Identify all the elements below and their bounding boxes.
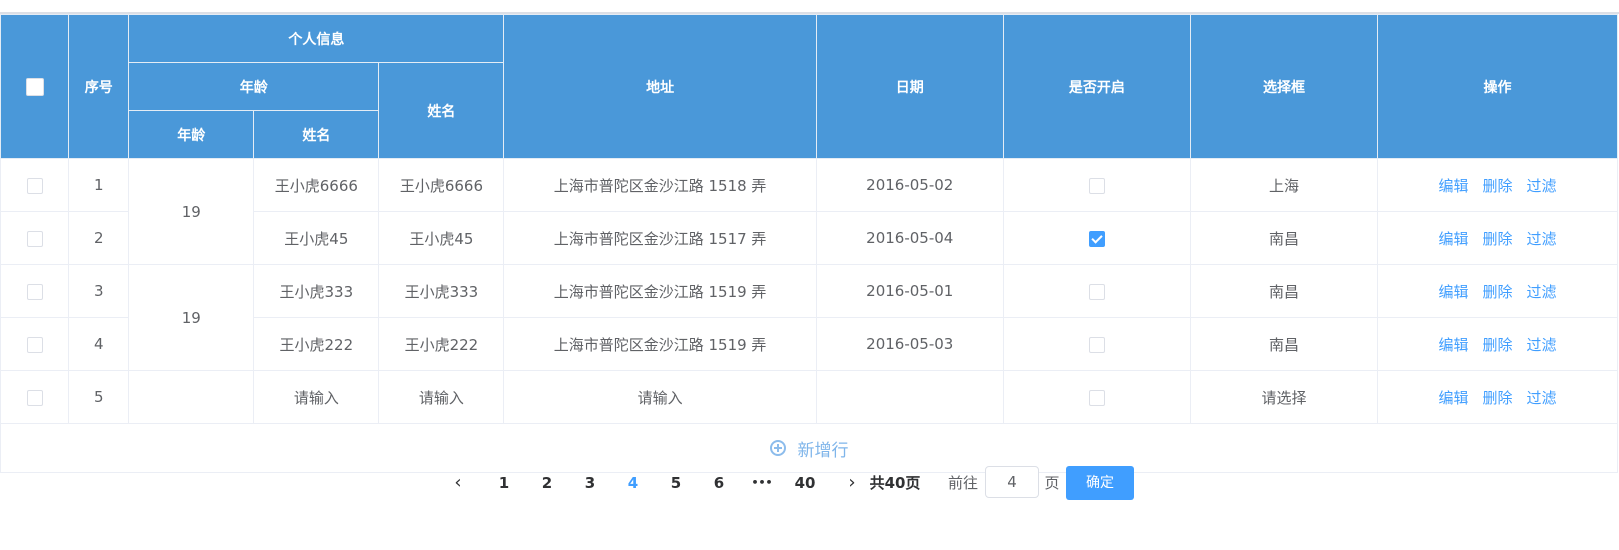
filter-link[interactable]: 过滤 [1527, 177, 1557, 195]
confirm-button[interactable]: 确定 [1066, 466, 1134, 500]
total-pages: 共40页 [869, 474, 921, 492]
page-6[interactable]: 6 [707, 466, 731, 500]
actions-cell: 编辑 删除 过滤 [1377, 211, 1618, 265]
table-row: 3 19 王小虎333 王小虎333 上海市普陀区金沙江路 1519 弄 201… [0, 264, 1618, 371]
header-name-sub: 姓名 [253, 110, 380, 159]
row-checkbox[interactable] [26, 283, 43, 300]
delete-link[interactable]: 删除 [1483, 283, 1513, 301]
goto-page-input[interactable] [985, 466, 1039, 498]
page-4-current[interactable]: 4 [621, 466, 645, 500]
header-actions: 操作 [1377, 14, 1618, 159]
next-page-button[interactable]: › [842, 466, 862, 500]
pagination: ‹ 1 2 3 4 5 6 ••• 40 › 共40页 前往 页 确定 [0, 466, 1619, 500]
address-cell: 上海市普陀区金沙江路 1517 弄 [503, 211, 817, 265]
prev-page-button[interactable]: ‹ [448, 466, 468, 500]
name-cell: 王小虎6666 [253, 158, 380, 212]
row-index: 2 [68, 211, 130, 265]
filter-link[interactable]: 过滤 [1527, 230, 1557, 248]
name-cell: 王小虎222 [253, 317, 380, 371]
header-name: 姓名 [378, 62, 505, 159]
select-dropdown[interactable]: 请选择 [1189, 370, 1379, 424]
select-cell[interactable]: 上海 [1189, 158, 1379, 212]
name-input[interactable]: 请输入 [253, 370, 380, 424]
goto-suffix: 页 [1044, 474, 1060, 492]
age-cell-empty[interactable] [128, 370, 255, 424]
name-cell: 王小虎45 [253, 211, 380, 265]
age-cell: 19 [128, 264, 255, 371]
select-all-cell [0, 14, 70, 159]
enabled-checkbox[interactable] [1088, 389, 1105, 406]
actions-cell: 编辑 删除 过滤 [1377, 264, 1618, 318]
name-cell: 王小虎45 [378, 211, 505, 265]
header-address: 地址 [503, 14, 817, 159]
edit-link[interactable]: 编辑 [1439, 230, 1469, 248]
table-row: 1 19 王小虎6666 王小虎6666 上海市普陀区金沙江路 1518 弄 2… [0, 158, 1618, 265]
filter-link[interactable]: 过滤 [1527, 389, 1557, 407]
delete-link[interactable]: 删除 [1483, 230, 1513, 248]
name-input[interactable]: 请输入 [378, 370, 505, 424]
row-index: 4 [68, 317, 130, 371]
age-cell: 19 [128, 158, 255, 265]
edit-link[interactable]: 编辑 [1439, 336, 1469, 354]
row-checkbox[interactable] [26, 336, 43, 353]
page-1[interactable]: 1 [492, 466, 516, 500]
address-cell: 上海市普陀区金沙江路 1519 弄 [503, 317, 817, 371]
table-row: 5 请输入 请输入 请输入 请选择 编辑 删除 过滤 [0, 370, 1618, 424]
header-select: 选择框 [1189, 14, 1379, 159]
actions-cell: 编辑 删除 过滤 [1377, 370, 1618, 424]
delete-link[interactable]: 删除 [1483, 389, 1513, 407]
row-index: 5 [68, 370, 130, 424]
row-checkbox[interactable] [26, 389, 43, 406]
header-age-group: 年龄 [128, 62, 380, 111]
address-cell: 上海市普陀区金沙江路 1518 弄 [503, 158, 817, 212]
filter-link[interactable]: 过滤 [1527, 283, 1557, 301]
actions-cell: 编辑 删除 过滤 [1377, 317, 1618, 371]
select-cell[interactable]: 南昌 [1189, 317, 1379, 371]
name-cell: 王小虎6666 [378, 158, 505, 212]
header-date: 日期 [815, 14, 1004, 159]
edit-link[interactable]: 编辑 [1439, 283, 1469, 301]
more-pages-icon[interactable]: ••• [747, 466, 777, 500]
enabled-checkbox[interactable] [1088, 230, 1105, 247]
select-cell[interactable]: 南昌 [1189, 264, 1379, 318]
page-5[interactable]: 5 [664, 466, 688, 500]
date-cell: 2016-05-02 [815, 158, 1004, 212]
enabled-checkbox[interactable] [1088, 336, 1105, 353]
name-cell: 王小虎222 [378, 317, 505, 371]
page-3[interactable]: 3 [578, 466, 602, 500]
enabled-checkbox[interactable] [1088, 177, 1105, 194]
edit-link[interactable]: 编辑 [1439, 177, 1469, 195]
edit-link[interactable]: 编辑 [1439, 389, 1469, 407]
header-age-sub: 年龄 [128, 110, 255, 159]
data-table: 序号 个人信息 地址 日期 是否开启 选择框 操作 年龄 姓名 年龄 姓名 1 … [0, 14, 1618, 473]
row-index: 3 [68, 264, 130, 318]
row-checkbox[interactable] [26, 230, 43, 247]
add-row-label: 新增行 [797, 440, 849, 461]
name-cell: 王小虎333 [378, 264, 505, 318]
enabled-checkbox[interactable] [1088, 283, 1105, 300]
actions-cell: 编辑 删除 过滤 [1377, 158, 1618, 212]
address-input[interactable]: 请输入 [503, 370, 817, 424]
row-index: 1 [68, 158, 130, 212]
row-checkbox[interactable] [26, 177, 43, 194]
name-cell: 王小虎333 [253, 264, 380, 318]
header-enabled: 是否开启 [1002, 14, 1191, 159]
header-personal-info: 个人信息 [128, 14, 505, 63]
date-cell: 2016-05-03 [815, 317, 1004, 371]
select-all-checkbox[interactable] [25, 77, 44, 96]
goto-label: 前往 [947, 474, 978, 492]
filter-link[interactable]: 过滤 [1527, 336, 1557, 354]
select-cell[interactable]: 南昌 [1189, 211, 1379, 265]
date-cell: 2016-05-04 [815, 211, 1004, 265]
page-40[interactable]: 40 [790, 466, 820, 500]
date-input[interactable] [815, 370, 1004, 424]
add-circle-icon [769, 440, 786, 456]
delete-link[interactable]: 删除 [1483, 177, 1513, 195]
date-cell: 2016-05-01 [815, 264, 1004, 318]
page-2[interactable]: 2 [535, 466, 559, 500]
delete-link[interactable]: 删除 [1483, 336, 1513, 354]
header-index: 序号 [68, 14, 130, 159]
address-cell: 上海市普陀区金沙江路 1519 弄 [503, 264, 817, 318]
